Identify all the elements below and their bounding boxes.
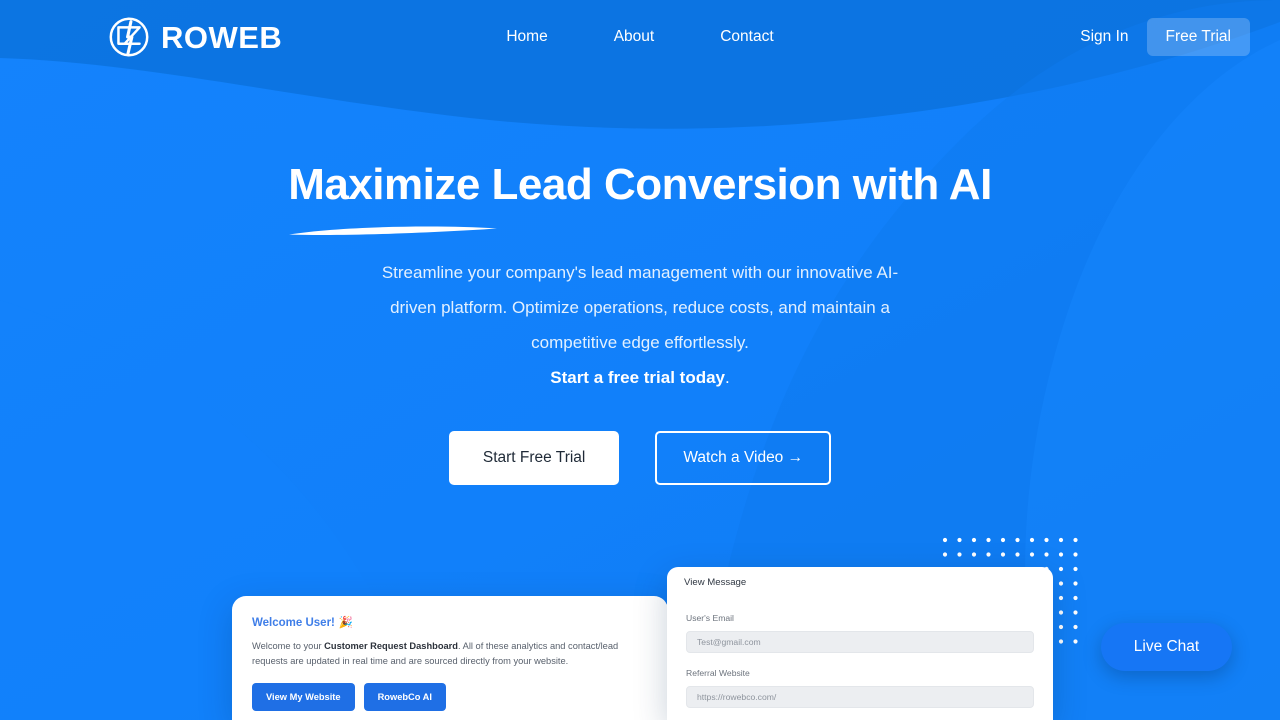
referral-website-field[interactable]: [686, 686, 1034, 708]
site-header: ROWEB Home About Contact Sign In Free Tr…: [0, 0, 1280, 74]
dashboard-body-text: Welcome to your Customer Request Dashboa…: [252, 639, 646, 668]
landing-page-root: ROWEB Home About Contact Sign In Free Tr…: [0, 0, 1280, 720]
view-message-mockup-card: View Message User's Email Referral Websi…: [667, 567, 1053, 720]
user-email-field[interactable]: [686, 631, 1034, 653]
user-email-label: User's Email: [686, 613, 734, 623]
nav-item-home[interactable]: Home: [498, 26, 555, 48]
referral-website-label: Referral Website: [686, 668, 750, 678]
rowebco-ai-button[interactable]: RowebCo AI: [363, 683, 446, 711]
hero-title-wrap: Maximize Lead Conversion with AI: [288, 160, 992, 236]
hero-cta-group: Start Free Trial Watch a Video →: [0, 430, 1280, 485]
hero-underline-icon: [289, 226, 498, 236]
hero-subtitle-emphasis-text: Start a free trial today: [550, 367, 726, 387]
hero-subtitle: Streamline your company's lead managemen…: [360, 255, 920, 395]
view-my-website-button[interactable]: View My Website: [252, 683, 355, 711]
view-message-title: View Message: [684, 577, 747, 588]
free-trial-button[interactable]: Free Trial: [1146, 18, 1250, 56]
view-message-body: User's Email Referral Website: [667, 598, 1053, 708]
hero-subtitle-period: .: [725, 367, 730, 387]
live-chat-button[interactable]: Live Chat: [1101, 623, 1232, 671]
party-popper-icon: 🎉: [338, 617, 354, 629]
nav-item-about[interactable]: About: [606, 26, 663, 48]
dashboard-greeting-text: Welcome User!: [252, 617, 335, 629]
nav-item-contact[interactable]: Contact: [712, 26, 781, 48]
header-actions: Sign In Free Trial: [1076, 18, 1250, 56]
dashboard-body-strong: Customer Request Dashboard: [324, 641, 458, 651]
start-free-trial-button[interactable]: Start Free Trial: [448, 430, 620, 485]
dashboard-button-row: View My Website RowebCo AI: [252, 683, 648, 711]
hero-subtitle-emphasis: Start a free trial today.: [360, 360, 920, 395]
hero-section: Maximize Lead Conversion with AI Streaml…: [0, 160, 1280, 485]
dashboard-mockup-card: Welcome User! 🎉 Welcome to your Customer…: [232, 596, 668, 720]
dashboard-body-prefix: Welcome to your: [252, 641, 325, 651]
hero-title: Maximize Lead Conversion with AI: [288, 160, 992, 209]
hero-subtitle-text: Streamline your company's lead managemen…: [381, 262, 899, 352]
dashboard-greeting: Welcome User! 🎉: [252, 616, 648, 630]
watch-video-button[interactable]: Watch a Video →: [655, 430, 832, 485]
sign-in-link[interactable]: Sign In: [1076, 20, 1132, 54]
